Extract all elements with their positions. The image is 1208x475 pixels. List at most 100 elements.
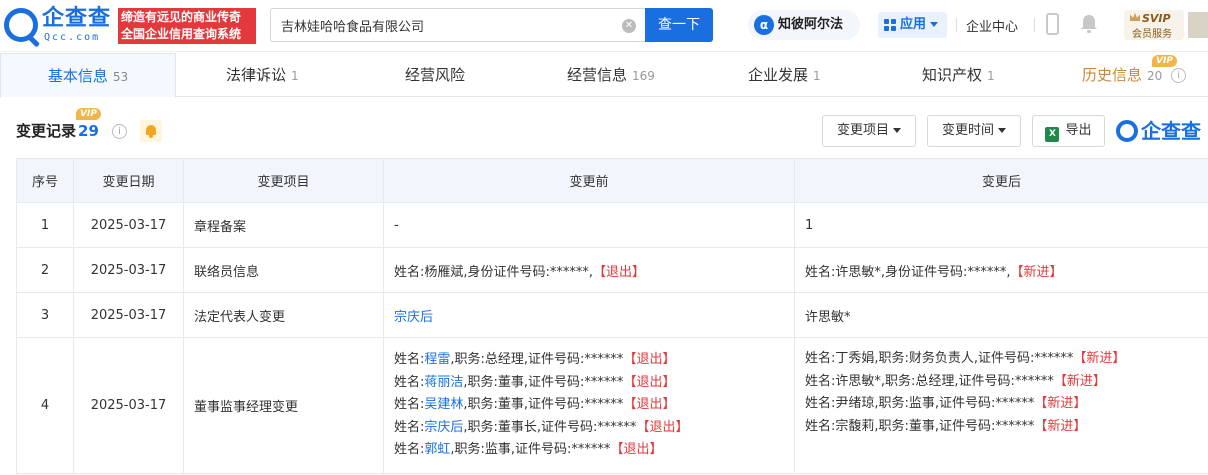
- new-tag: 【新进】: [1010, 264, 1063, 280]
- brand-text: 企查查: [1141, 119, 1201, 143]
- person-link[interactable]: 郭虹: [424, 442, 450, 457]
- cell-no: 4: [16, 337, 74, 474]
- tab-label: 基本信息: [47, 67, 108, 85]
- list-item: 姓名:蒋丽洁,职务:董事,证件号码:******【退出】: [394, 372, 784, 395]
- person-link[interactable]: 蒋丽洁: [424, 375, 463, 390]
- section-title-text: 变更记录: [16, 122, 77, 140]
- logo-domain: Qcc.com: [44, 32, 101, 43]
- qcc-logo[interactable]: 企查查 Qcc.com: [4, 6, 116, 44]
- detail-text: ,职务:董事,证件号码:******: [463, 397, 624, 413]
- col-header-item: 变更项目: [183, 158, 384, 203]
- tab-count: 1: [813, 69, 821, 83]
- label-text: 姓名:: [394, 442, 425, 458]
- person-link[interactable]: 宗庆后: [424, 420, 463, 435]
- new-tag: 【新进】: [1053, 373, 1106, 389]
- filter-change-item-dropdown[interactable]: 变更项目: [822, 115, 916, 147]
- list-item: 姓名:程雷,职务:总经理,证件号码:******【退出】: [394, 349, 784, 372]
- tab-operations[interactable]: 经营信息 169: [567, 53, 655, 97]
- cell-after: 许思敏*: [794, 292, 1208, 338]
- tab-count: 1: [291, 69, 299, 83]
- top-header: 企查查 Qcc.com 缔造有远见的商业传奇 全国企业信用查询系统 ✕ 查一下 …: [0, 0, 1208, 52]
- tab-count: 1: [987, 69, 995, 83]
- detail-text: 姓名:丁秀娟,职务:财务负责人,证件号码:******: [805, 351, 1074, 366]
- cell-before: 姓名:程雷,职务:总经理,证件号码:******【退出】 姓名:蒋丽洁,职务:董…: [383, 337, 795, 474]
- exit-tag: 【退出】: [636, 419, 689, 435]
- list-item: 姓名:宗庆后,职务:董事长,证件号码:******【退出】: [394, 417, 784, 440]
- cell-date: 2025-03-17: [73, 337, 184, 474]
- person-link[interactable]: 宗庆后: [394, 310, 433, 325]
- table-row: 4 2025-03-17 董事监事经理变更 姓名:程雷,职务:总经理,证件号码:…: [16, 337, 1208, 474]
- alpha-icon: α: [754, 15, 774, 35]
- detail-text: 姓名:尹绪琼,职务:监事,证件号码:******: [805, 396, 1035, 412]
- tab-label: 历史信息: [1082, 66, 1143, 84]
- phone-icon[interactable]: [1046, 13, 1059, 35]
- slogan-line-2: 全国企业信用查询系统: [121, 27, 242, 41]
- exit-tag: 【退出】: [593, 264, 646, 280]
- col-header-no: 序号: [16, 158, 74, 203]
- tab-ip[interactable]: 知识产权 1: [922, 53, 995, 97]
- filter-label: 变更项目: [836, 123, 889, 138]
- cell-item: 联络员信息: [183, 247, 384, 293]
- svip-member-button[interactable]: SVIP 会员服务: [1124, 10, 1184, 40]
- svip-subtitle: 会员服务: [1132, 29, 1172, 40]
- cell-before: 宗庆后: [383, 292, 795, 338]
- cell-no: 3: [16, 292, 74, 338]
- detail-text: ,职务:董事长,证件号码:******: [463, 419, 637, 435]
- export-button[interactable]: X 导出: [1032, 115, 1105, 147]
- tab-bar: 基本信息 53 法律诉讼 1 经营风险 经营信息 169 企业发展 1 知识产权 1 历史…: [0, 53, 1208, 98]
- cell-item: 法定代表人变更: [183, 292, 384, 338]
- tab-label: 经营信息: [567, 66, 628, 84]
- list-item: 姓名:郭虹,职务:监事,证件号码:******【退出】: [394, 439, 784, 462]
- detail-text: 姓名:宗馥莉,职务:董事,证件号码:******: [805, 418, 1035, 434]
- tab-basic-info[interactable]: 基本信息 53: [0, 53, 176, 98]
- tab-label: 经营风险: [405, 66, 466, 84]
- cell-no: 2: [16, 247, 74, 293]
- bell-icon[interactable]: [1080, 14, 1098, 34]
- tab-label: 知识产权: [922, 66, 983, 84]
- person-link[interactable]: 吴建林: [424, 397, 463, 412]
- export-label: 导出: [1065, 123, 1092, 138]
- change-records-table: 序号 变更日期 变更项目 变更前 变更后 1 2025-03-17 章程备案 -…: [16, 158, 1208, 474]
- col-header-date: 变更日期: [73, 158, 184, 203]
- alpha-button[interactable]: α 知彼阿尔法: [748, 10, 860, 40]
- list-item: 姓名:吴建林,职务:董事,证件号码:******【退出】: [394, 394, 784, 417]
- filter-change-time-dropdown[interactable]: 变更时间: [927, 115, 1021, 147]
- logo-text: 企查查: [42, 6, 112, 31]
- bell-icon[interactable]: [140, 120, 162, 142]
- cell-before: -: [383, 202, 795, 248]
- chevron-down-icon: [893, 128, 901, 133]
- tab-development[interactable]: 企业发展 1: [748, 53, 821, 97]
- cell-date: 2025-03-17: [73, 292, 184, 338]
- filter-label: 变更时间: [941, 123, 994, 138]
- tab-legal[interactable]: 法律诉讼 1: [226, 53, 299, 97]
- enterprise-center-link[interactable]: 企业中心: [966, 16, 1018, 35]
- chevron-down-icon: [998, 128, 1006, 133]
- search-button[interactable]: 查一下: [645, 8, 713, 42]
- exit-tag: 【退出】: [623, 397, 676, 413]
- tab-label: 法律诉讼: [226, 66, 287, 84]
- info-icon[interactable]: i: [1171, 68, 1187, 83]
- apps-menu[interactable]: 应用: [878, 12, 947, 38]
- label-text: 姓名:: [394, 352, 425, 368]
- exit-tag: 【退出】: [610, 442, 663, 458]
- logo-icon: [1116, 120, 1138, 142]
- section-count: 29: [78, 122, 99, 140]
- alpha-label: 知彼阿尔法: [778, 17, 844, 32]
- table-row: 1 2025-03-17 章程备案 - 1: [16, 202, 1208, 248]
- cell-no: 1: [16, 202, 74, 248]
- avatar[interactable]: [1188, 12, 1208, 38]
- list-item: 姓名:宗馥莉,职务:董事,证件号码:******【新进】: [805, 416, 1198, 439]
- tab-business-risk[interactable]: 经营风险: [405, 53, 465, 97]
- divider: [956, 18, 957, 32]
- search-input[interactable]: [281, 15, 611, 35]
- person-link[interactable]: 程雷: [424, 352, 450, 367]
- cell-date: 2025-03-17: [73, 202, 184, 248]
- table-row: 2 2025-03-17 联络员信息 姓名:杨雁斌,身份证件号码:******,…: [16, 247, 1208, 293]
- cell-after: 姓名:许思敏*,身份证件号码:******,【新进】: [794, 247, 1208, 293]
- info-icon[interactable]: i: [112, 124, 127, 139]
- cell-item: 章程备案: [183, 202, 384, 248]
- label-text: 姓名:: [394, 397, 425, 413]
- label-text: 姓名:: [394, 419, 425, 435]
- clear-icon[interactable]: ✕: [622, 19, 636, 33]
- apps-icon: [884, 19, 896, 31]
